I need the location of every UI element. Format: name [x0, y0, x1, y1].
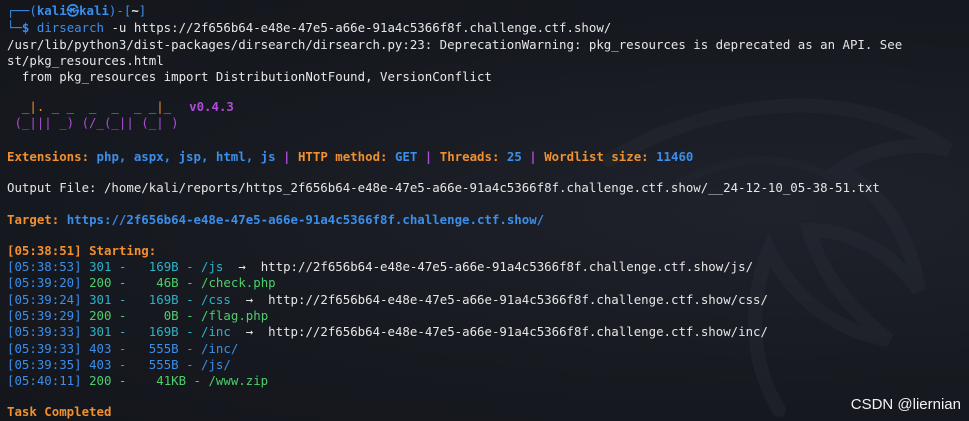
result-status: 403 — [89, 340, 112, 356]
prompt-user: kali㉿kali — [36, 3, 109, 18]
result-size: 555B — [133, 356, 179, 372]
result-path: /inc — [201, 324, 231, 340]
result-path: /inc/ — [201, 340, 239, 356]
result-status: 301 — [89, 324, 112, 340]
result-size: 46B — [133, 275, 179, 291]
result-redirect: → http://2f656b64-e48e-47e5-a66e-91a4c53… — [230, 291, 768, 307]
result-path: /js — [201, 259, 224, 274]
result-path: /css — [201, 291, 231, 307]
result-time: [05:38:53] — [7, 259, 82, 274]
target-url: https://2f656b64-e48e-47e5-a66e-91a4c536… — [66, 212, 545, 227]
output-file-line: Output File: /home/kali/reports/https_2f… — [7, 180, 880, 195]
result-path: /check.php — [201, 275, 276, 291]
result-row: [05:39:35] 403 - 555B - /js/ — [7, 356, 231, 372]
prompt-dir: ~ — [131, 3, 139, 18]
result-size: 41KB — [133, 373, 187, 389]
result-row: [05:40:11] 200 - 41KB - /www.zip — [7, 373, 269, 389]
warning-line-1: /usr/lib/python3/dist-packages/dirsearch… — [7, 37, 903, 52]
csdn-watermark: CSDN @liernian — [850, 396, 961, 413]
starting-line: [05:38:51] Starting: — [7, 243, 157, 258]
result-status: 200 — [89, 275, 112, 291]
result-time: [05:39:24] — [7, 291, 82, 307]
command-name: dirsearch — [36, 20, 104, 35]
banner-art-2: (_||| _) (/_(_|| (_| ) — [7, 115, 179, 130]
result-size: 169B — [133, 324, 179, 340]
result-row: [05:39:33] 403 - 555B - /inc/ — [7, 340, 239, 356]
target-line: Target: https://2f656b64-e48e-47e5-a66e-… — [7, 212, 545, 227]
result-redirect: → http://2f656b64-e48e-47e5-a66e-91a4c53… — [230, 324, 768, 340]
result-row: [05:39:29] 200 - 0B - /flag.php — [7, 307, 269, 323]
task-completed: Task Completed — [7, 404, 112, 419]
result-time: [05:39:35] — [7, 356, 82, 372]
result-status: 301 — [89, 291, 112, 307]
result-row: [05:39:24] 301 - 169B - /css → http://2f… — [7, 291, 768, 307]
kali-dragon-watermark — [602, 98, 954, 417]
result-size: 0B — [133, 307, 179, 323]
result-status: 403 — [89, 356, 112, 372]
version-label: v0.4.3 — [189, 99, 234, 114]
result-time: [05:39:33] — [7, 324, 82, 340]
result-size: 555B — [133, 340, 179, 356]
result-row: [05:39:33] 301 - 169B - /inc → http://2f… — [7, 324, 768, 340]
command-args: -u https://2f656b64-e48e-47e5-a66e-91a4c… — [104, 20, 612, 35]
prompt-line-2[interactable]: └─$ dirsearch -u https://2f656b64-e48e-4… — [7, 20, 611, 36]
result-status: 200 — [89, 373, 112, 389]
result-time: [05:39:20] — [7, 275, 82, 291]
result-time: [05:39:33] — [7, 340, 82, 356]
banner-art-1: _|. _ _ _ _ _ _|_ v0.4.3 — [7, 99, 234, 114]
result-redirect: → http://2f656b64-e48e-47e5-a66e-91a4c53… — [223, 259, 754, 274]
result-path: /www.zip — [208, 373, 269, 389]
terminal-window[interactable]: ┌──(kali㉿kali)-[~] └─$ dirsearch -u http… — [0, 0, 969, 421]
result-size: 169B — [133, 291, 179, 307]
result-status: 301 — [89, 259, 112, 274]
result-status: 200 — [89, 307, 112, 323]
result-row: [05:38:53] 301 - 169B - /js → http://2f6… — [7, 259, 754, 274]
prompt-line-1: ┌──(kali㉿kali)-[~] — [7, 3, 147, 18]
result-time: [05:40:11] — [7, 373, 82, 389]
result-row: [05:39:20] 200 - 46B - /check.php — [7, 275, 276, 291]
result-path: /js/ — [201, 356, 231, 372]
result-size: 169B — [133, 259, 179, 274]
result-path: /flag.php — [201, 307, 269, 323]
config-line: Extensions: php, aspx, jsp, html, js | H… — [7, 149, 694, 164]
warning-line-2: st/pkg_resources.html — [7, 53, 164, 68]
warning-line-3: from pkg_resources import DistributionNo… — [7, 69, 492, 84]
result-time: [05:39:29] — [7, 307, 82, 323]
